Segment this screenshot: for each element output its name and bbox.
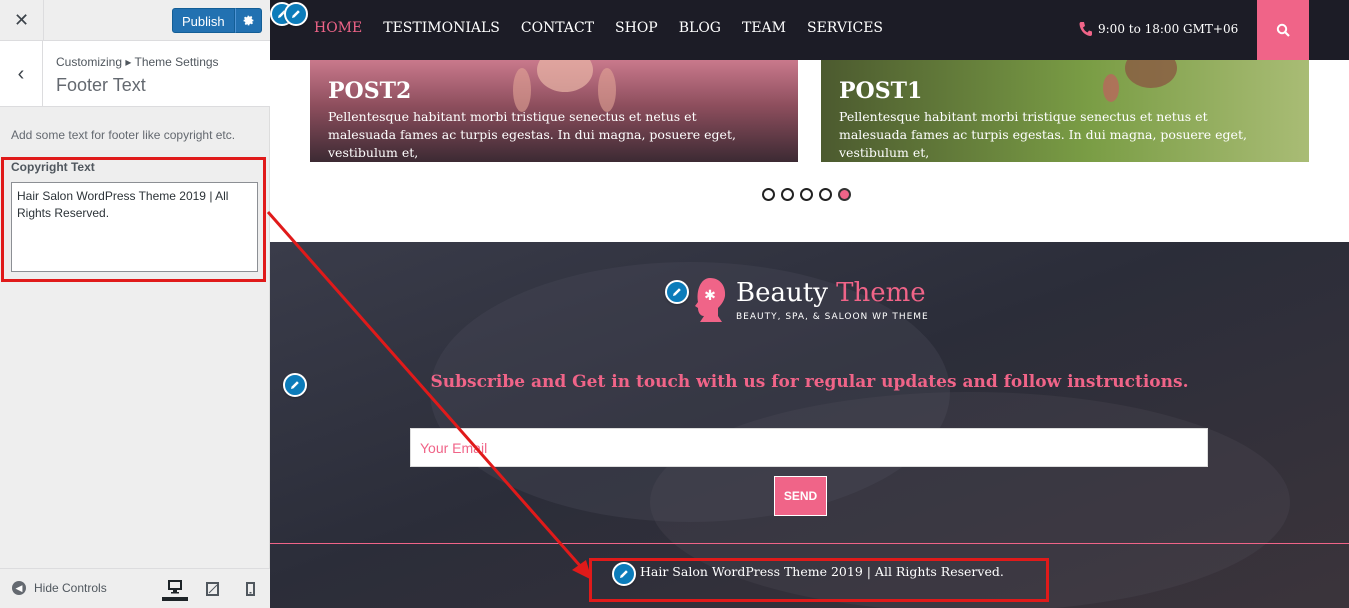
phone-hours-text: 9:00 to 18:00 GMT+06 — [1098, 22, 1239, 36]
footer-copyright-text: Hair Salon WordPress Theme 2019 | All Ri… — [640, 564, 1004, 579]
post-title[interactable]: POST2 — [328, 78, 411, 104]
close-customizer-button[interactable]: ✕ — [0, 0, 44, 41]
section-title: Footer Text — [56, 75, 146, 95]
desktop-preview-button[interactable] — [162, 577, 188, 601]
search-button[interactable] — [1257, 0, 1309, 60]
pencil-icon[interactable] — [612, 562, 636, 586]
customizer-footer: ◀ Hide Controls — [0, 568, 270, 608]
customizer-sidebar: ✕ Publish ‹ Customizing ▸ Theme Settings… — [0, 0, 270, 608]
site-preview: HOME TESTIMONIALS CONTACT SHOP BLOG TEAM… — [270, 0, 1349, 608]
tablet-preview-button[interactable] — [199, 577, 225, 601]
customizer-header-bar: ✕ Publish — [0, 0, 270, 41]
search-icon — [1276, 23, 1290, 37]
desktop-icon — [168, 580, 182, 594]
post-card[interactable]: POST2 Pellentesque habitant morbi tristi… — [310, 60, 798, 162]
nav-item-team[interactable]: TEAM — [742, 20, 786, 36]
copyright-text-label: Copyright Text — [11, 160, 95, 174]
phone-icon — [1079, 22, 1092, 36]
nav-item-shop[interactable]: SHOP — [615, 20, 658, 36]
pencil-icon[interactable] — [665, 280, 689, 304]
nav-item-services[interactable]: SERVICES — [807, 20, 883, 36]
logo-word-beauty: Beauty — [736, 278, 828, 308]
hide-controls-label: Hide Controls — [34, 581, 107, 595]
copyright-text-field[interactable] — [11, 182, 258, 272]
email-input[interactable] — [410, 428, 1208, 467]
site-footer: ✱ Beauty Theme BEAUTY, SPA, & SALOON WP … — [270, 242, 1349, 608]
tablet-icon — [205, 582, 219, 596]
publish-settings-button[interactable] — [234, 8, 262, 33]
nav-item-blog[interactable]: BLOG — [679, 20, 721, 36]
pencil-icon[interactable] — [284, 2, 308, 26]
send-button[interactable]: SEND — [774, 476, 827, 516]
woman-silhouette-icon: ✱ — [695, 278, 726, 322]
logo-tagline: BEAUTY, SPA, & SALOON WP THEME — [736, 312, 929, 322]
nav-item-home[interactable]: HOME — [314, 20, 362, 36]
subscribe-heading: Subscribe and Get in touch with us for r… — [430, 372, 1189, 392]
close-icon: ✕ — [13, 10, 30, 30]
post-title[interactable]: POST1 — [839, 78, 922, 104]
breadcrumb: Customizing ▸ Theme Settings — [56, 55, 219, 69]
slider-dot[interactable] — [762, 188, 775, 201]
footer-logo[interactable]: ✱ Beauty Theme BEAUTY, SPA, & SALOON WP … — [692, 276, 929, 324]
logo-word-theme: Theme — [836, 278, 926, 308]
footer-divider — [270, 543, 1349, 544]
slider-dot[interactable] — [819, 188, 832, 201]
nav-item-testimonials[interactable]: TESTIMONIALS — [383, 20, 500, 36]
hide-controls-button[interactable]: ◀ Hide Controls — [12, 581, 107, 595]
back-button[interactable]: ‹ — [0, 41, 43, 107]
logo-text-block: Beauty Theme BEAUTY, SPA, & SALOON WP TH… — [736, 278, 929, 322]
site-navbar: HOME TESTIMONIALS CONTACT SHOP BLOG TEAM… — [270, 0, 1349, 60]
post-card[interactable]: POST1 Pellentesque habitant morbi tristi… — [821, 60, 1309, 162]
svg-text:✱: ✱ — [704, 288, 716, 304]
post-excerpt: Pellentesque habitant morbi tristique se… — [839, 109, 1247, 160]
post-excerpt: Pellentesque habitant morbi tristique se… — [328, 109, 736, 160]
mobile-icon — [245, 582, 255, 596]
nav-item-contact[interactable]: CONTACT — [521, 20, 594, 36]
logo-name: Beauty Theme — [736, 278, 929, 308]
back-chevron-icon: ‹ — [17, 62, 25, 85]
mobile-preview-button[interactable] — [237, 577, 263, 601]
publish-group: Publish — [172, 8, 262, 33]
slider-pagination — [762, 188, 851, 201]
slider-dot[interactable] — [800, 188, 813, 201]
hide-controls-icon: ◀ — [12, 581, 26, 595]
main-menu: HOME TESTIMONIALS CONTACT SHOP BLOG TEAM… — [314, 20, 883, 36]
gear-icon — [243, 15, 254, 26]
section-header: ‹ Customizing ▸ Theme Settings Footer Te… — [0, 41, 270, 107]
section-description: Add some text for footer like copyright … — [11, 128, 236, 142]
slider-dot-active[interactable] — [838, 188, 851, 201]
publish-button[interactable]: Publish — [172, 8, 235, 33]
slider-dot[interactable] — [781, 188, 794, 201]
phone-hours: 9:00 to 18:00 GMT+06 — [1078, 21, 1238, 37]
